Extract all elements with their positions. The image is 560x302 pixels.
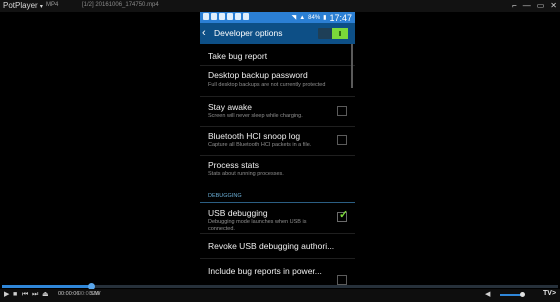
- setting-desktop-backup-password[interactable]: Desktop backup password Full desktop bac…: [200, 65, 355, 97]
- control-bar: ▶ ■ ⏮ ⏭ ⏏ 00:00:06 00:00:36 S/W ◀ TV>: [0, 289, 560, 302]
- app-menu-button[interactable]: PotPlayer ▾: [3, 1, 43, 10]
- notification-icon: [227, 13, 233, 20]
- setting-title: Desktop backup password: [208, 70, 308, 80]
- signal-icon: ▲: [299, 14, 306, 21]
- bluetooth-hci-checkbox[interactable]: [337, 135, 347, 145]
- setting-title: USB debugging: [208, 208, 268, 218]
- setting-take-bug-report[interactable]: Take bug report: [200, 44, 355, 66]
- seek-bar[interactable]: [2, 283, 558, 290]
- status-time: 17:47: [329, 12, 352, 23]
- video-frame[interactable]: ◥ ▲ 84% ▮ 17:47 ‹ Developer options Take…: [200, 12, 355, 285]
- notification-icon: [211, 13, 217, 20]
- brand-logo[interactable]: TV>: [543, 290, 556, 297]
- check-icon: ✓: [339, 209, 349, 221]
- notification-icon: [203, 13, 209, 20]
- stop-icon[interactable]: ■: [13, 290, 17, 300]
- setting-title: Take bug report: [208, 51, 268, 61]
- notification-icon: [235, 13, 241, 20]
- setting-usb-debugging[interactable]: USB debugging Debugging mode launches wh…: [200, 203, 355, 234]
- battery-icon: ▮: [323, 15, 327, 21]
- notification-icon: [219, 13, 225, 20]
- pin-icon[interactable]: ⌐: [512, 0, 517, 12]
- setting-subtitle: Capture all Bluetooth HCI packets in a f…: [208, 142, 312, 148]
- setting-subtitle: Full desktop backups are not currently p…: [208, 82, 326, 88]
- player-title-bar: PotPlayer ▾ MP4 [1/2] 20161006_174750.mp…: [0, 0, 560, 12]
- back-icon[interactable]: ‹: [202, 26, 206, 40]
- section-header-debugging: DEBUGGING: [208, 193, 242, 199]
- wifi-icon: ◥: [291, 15, 297, 21]
- current-time: 00:00:06: [58, 291, 80, 297]
- chevron-down-icon: ▾: [39, 4, 43, 10]
- volume-slider[interactable]: [500, 292, 525, 297]
- previous-icon[interactable]: ⏮: [22, 290, 28, 300]
- setting-subtitle: Stats about running processes.: [208, 171, 284, 177]
- page-title: Developer options: [214, 28, 283, 38]
- setting-subtitle: Screen will never sleep while charging.: [208, 113, 303, 119]
- scrollbar[interactable]: [351, 44, 353, 88]
- setting-include-bug-reports[interactable]: Include bug reports in power...: [200, 258, 355, 285]
- android-status-bar: ◥ ▲ 84% ▮ 17:47: [200, 12, 355, 23]
- open-file-icon[interactable]: ⏏: [42, 290, 49, 300]
- seek-progress: [2, 285, 91, 288]
- volume-handle[interactable]: [519, 292, 525, 297]
- app-name: PotPlayer: [3, 1, 38, 10]
- app-bar: ‹ Developer options: [200, 23, 355, 44]
- setting-process-stats[interactable]: Process stats Stats about running proces…: [200, 155, 355, 183]
- developer-options-toggle[interactable]: [318, 28, 348, 39]
- speaker-icon[interactable]: ◀: [485, 290, 490, 300]
- format-tag[interactable]: MP4: [46, 2, 58, 8]
- bug-reports-checkbox[interactable]: [337, 275, 347, 285]
- minimize-icon[interactable]: ―: [523, 0, 531, 12]
- next-icon[interactable]: ⏭: [32, 290, 38, 300]
- maximize-icon[interactable]: ▭: [537, 0, 545, 12]
- setting-revoke-usb-debugging[interactable]: Revoke USB debugging authori...: [200, 233, 355, 259]
- setting-title: Bluetooth HCI snoop log: [208, 131, 301, 141]
- battery-text: 84%: [308, 14, 321, 21]
- setting-title: Revoke USB debugging authori...: [208, 241, 335, 251]
- file-name: [1/2] 20161006_174750.mp4: [82, 2, 159, 8]
- setting-subtitle: Debugging mode launches when USB is conn…: [208, 219, 307, 232]
- setting-bluetooth-hci-snoop-log[interactable]: Bluetooth HCI snoop log Capture all Blue…: [200, 126, 355, 156]
- usb-debugging-checkbox[interactable]: ✓: [337, 209, 348, 222]
- window-controls: ⌐ ― ▭ ✕: [512, 0, 557, 12]
- stay-awake-checkbox[interactable]: [337, 106, 347, 116]
- play-icon[interactable]: ▶: [4, 290, 9, 300]
- setting-title: Process stats: [208, 160, 260, 170]
- status-right: ◥ ▲ 84% ▮ 17:47: [292, 12, 352, 23]
- setting-title: Stay awake: [208, 102, 252, 112]
- setting-title: Include bug reports in power...: [208, 266, 322, 276]
- toggle-knob: [332, 28, 348, 39]
- notification-icon: [243, 13, 249, 20]
- close-icon[interactable]: ✕: [550, 0, 557, 12]
- decoder-mode[interactable]: S/W: [90, 291, 100, 297]
- setting-stay-awake[interactable]: Stay awake Screen will never sleep while…: [200, 96, 355, 127]
- notification-icons: [203, 13, 249, 20]
